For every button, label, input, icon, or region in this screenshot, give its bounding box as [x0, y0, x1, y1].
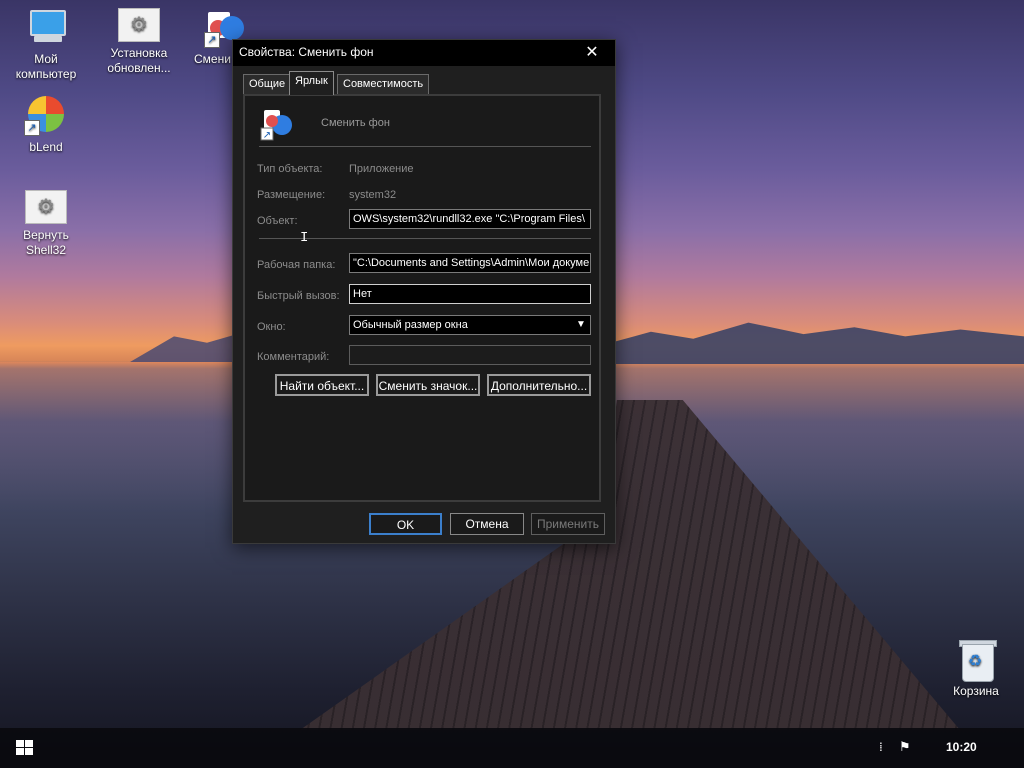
tray-overflow-icon[interactable]: ⁞ — [879, 740, 883, 754]
app-icon: ↗ — [260, 110, 292, 141]
hotkey-label: Быстрый вызов: — [257, 290, 340, 302]
computer-icon — [24, 8, 68, 48]
desktop-icon-label: Корзина — [953, 684, 999, 698]
desktop-icon-label: Установка обновлен... — [107, 46, 171, 75]
close-button[interactable]: ✕ — [577, 41, 607, 63]
find-target-button[interactable]: Найти объект... — [275, 374, 369, 396]
run-label: Окно: — [257, 321, 286, 333]
tab-shortcut[interactable]: Ярлык — [289, 71, 334, 95]
run-select[interactable]: Обычный размер окна ▼ — [349, 315, 591, 335]
location-value: system32 — [349, 189, 397, 201]
run-select-value: Обычный размер окна — [353, 319, 468, 331]
desktop-icon-label: Мой компьютер — [15, 52, 77, 81]
desktop-icon-recycle-bin[interactable]: ♻ Корзина — [938, 640, 1014, 699]
clock[interactable]: 10:20 — [946, 740, 977, 754]
svg-text:↗: ↗ — [263, 130, 271, 141]
taskbar: ⁞ ⚑ 10:20 — [0, 728, 1024, 768]
settings-icon: ⚙ — [118, 8, 160, 42]
type-label: Тип объекта: — [257, 163, 323, 175]
change-icon-button[interactable]: Сменить значок... — [376, 374, 480, 396]
tab-general[interactable]: Общие — [243, 74, 292, 94]
target-label: Объект: — [257, 215, 298, 227]
start-in-field[interactable]: "C:\Documents and Settings\Admin\Мои док… — [349, 253, 591, 273]
desktop-icon-label: Вернуть Shell32 — [23, 228, 69, 257]
type-value: Приложение — [349, 163, 414, 175]
dialog-title: Свойства: Сменить фон — [239, 45, 374, 59]
desktop-icon-restore-shell32[interactable]: ⚙ Вернуть Shell32 — [8, 190, 84, 258]
desktop-icon-install-updates[interactable]: ⚙ Установка обновлен... — [101, 8, 177, 76]
wallpaper-mountains-left — [130, 333, 240, 362]
target-field[interactable]: OWS\system32\rundll32.exe "C:\Program Fi… — [349, 209, 591, 229]
comment-field[interactable] — [349, 345, 591, 365]
desktop-icon-my-computer[interactable]: Мой компьютер — [8, 8, 84, 82]
ok-button[interactable]: OK — [369, 513, 442, 535]
shortcut-arrow-icon: ↗ — [204, 32, 220, 48]
comment-label: Комментарий: — [257, 351, 330, 363]
desktop-icon-label: bLend — [29, 140, 63, 154]
tab-compatibility[interactable]: Совместимость — [337, 74, 430, 94]
recycle-bin-icon: ♻ — [954, 640, 998, 682]
app-name: Сменить фон — [321, 117, 390, 129]
action-center-icon[interactable]: ⚑ — [899, 740, 911, 755]
divider — [259, 238, 591, 239]
text-cursor-icon: I — [300, 230, 309, 246]
blend-icon: ↗ — [24, 96, 68, 136]
wallpaper-mountains — [600, 322, 1024, 364]
location-label: Размещение: — [257, 189, 326, 201]
apply-button[interactable]: Применить — [531, 513, 605, 535]
cancel-button[interactable]: Отмена — [450, 513, 524, 535]
shortcut-arrow-icon: ↗ — [24, 120, 40, 136]
properties-dialog: Свойства: Сменить фон ✕ Общие Ярлык Совм… — [232, 39, 616, 544]
windows-start-icon[interactable] — [16, 740, 34, 756]
start-in-label: Рабочая папка: — [257, 259, 336, 271]
settings-icon: ⚙ — [25, 190, 67, 224]
dialog-titlebar[interactable]: Свойства: Сменить фон ✕ — [233, 40, 615, 66]
shortcut-panel: ↗ Сменить фон Тип объекта: Приложение Ра… — [243, 94, 601, 502]
divider — [259, 146, 591, 147]
advanced-button[interactable]: Дополнительно... — [487, 374, 591, 396]
hotkey-field[interactable]: Нет — [349, 284, 591, 304]
desktop-icon-blend[interactable]: ↗ bLend — [8, 96, 84, 155]
chevron-down-icon[interactable]: ▼ — [574, 316, 588, 334]
